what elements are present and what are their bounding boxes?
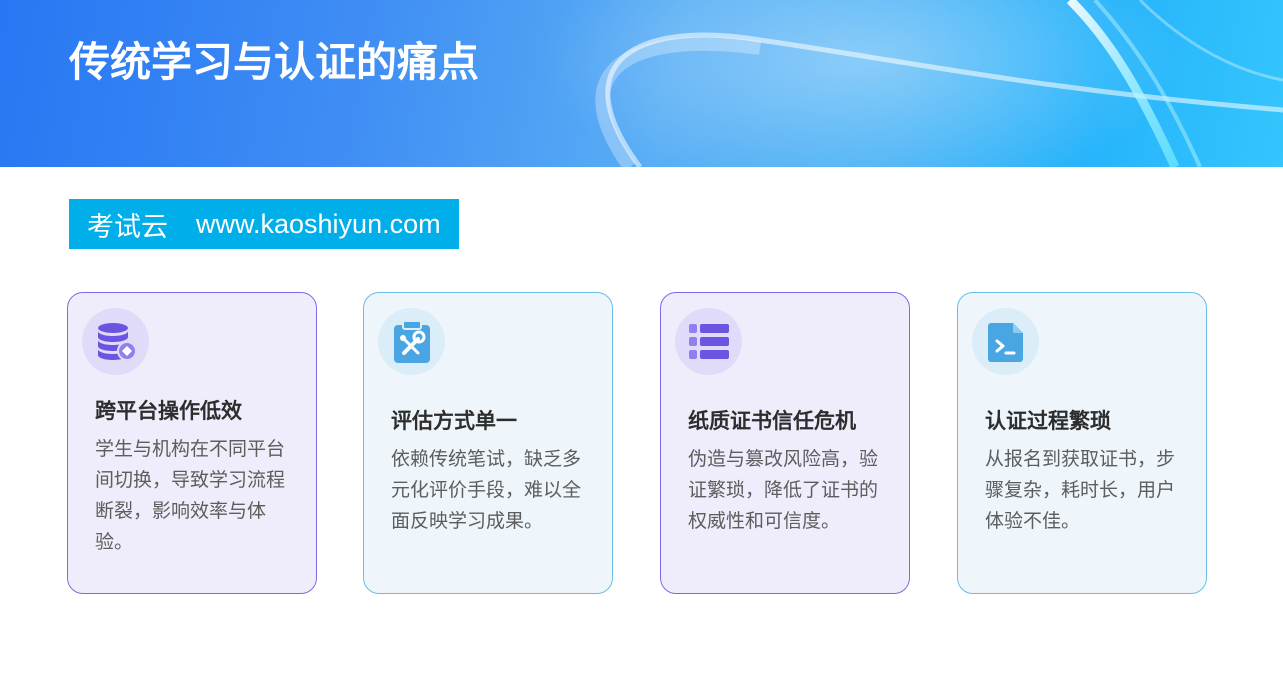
icon-badge	[675, 308, 742, 375]
card-title: 评估方式单一	[391, 409, 517, 433]
icon-badge	[972, 308, 1039, 375]
pain-point-card-cross-platform: 跨平台操作低效 学生与机构在不同平台间切换，导致学习流程断裂，影响效率与体验。	[67, 292, 317, 594]
header-banner: 传统学习与认证的痛点	[0, 0, 1283, 167]
clipboard-tools-icon	[393, 319, 430, 363]
card-title: 跨平台操作低效	[95, 399, 242, 423]
pain-point-card-evaluation: 评估方式单一 依赖传统笔试，缺乏多元化评价手段，难以全面反映学习成果。	[363, 292, 613, 594]
card-title: 纸质证书信任危机	[688, 409, 856, 433]
card-title: 认证过程繁琐	[985, 409, 1111, 433]
card-description: 从报名到获取证书，步骤复杂，耗时长，用户体验不佳。	[985, 448, 1176, 532]
pain-point-card-certification-process: 认证过程繁琐 从报名到获取证书，步骤复杂，耗时长，用户体验不佳。	[957, 292, 1207, 594]
page-title: 传统学习与认证的痛点	[69, 38, 479, 86]
brand-badge[interactable]: 考试云 www.kaoshiyun.com	[69, 199, 459, 249]
pain-point-card-certificate-trust: 纸质证书信任危机 伪造与篡改风险高，验证繁琐，降低了证书的权威性和可信度。	[660, 292, 910, 594]
card-description: 学生与机构在不同平台间切换，导致学习流程断裂，影响效率与体验。	[95, 438, 286, 553]
icon-badge	[378, 308, 445, 375]
brand-name: 考试云	[87, 211, 168, 243]
card-description: 依赖传统笔试，缺乏多元化评价手段，难以全面反映学习成果。	[391, 448, 582, 532]
list-icon	[688, 323, 729, 359]
database-icon	[97, 322, 137, 361]
card-description: 伪造与篡改风险高，验证繁琐，降低了证书的权威性和可信度。	[688, 448, 879, 532]
icon-badge	[82, 308, 149, 375]
terminal-file-icon	[987, 322, 1023, 362]
brand-url-link[interactable]: www.kaoshiyun.com	[196, 209, 441, 240]
